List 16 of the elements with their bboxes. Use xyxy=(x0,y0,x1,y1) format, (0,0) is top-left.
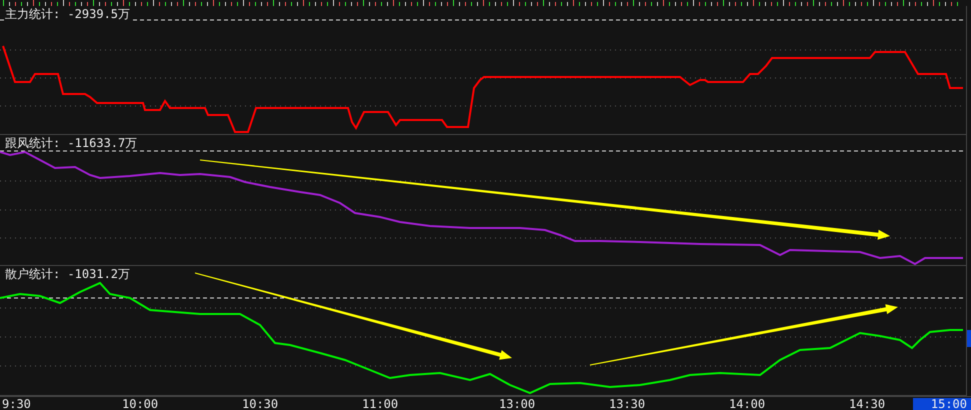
value-marker xyxy=(967,330,971,347)
panel-title: 主力统计: -2939.5万 xyxy=(5,7,130,21)
time-label: 10:30 xyxy=(241,398,280,410)
time-label: 13:30 xyxy=(608,398,646,410)
time-label: 10:00 xyxy=(121,398,160,410)
time-label: 14:00 xyxy=(728,398,766,410)
arrow-icon xyxy=(590,304,898,366)
panel-title: 跟风统计: -11633.7万 xyxy=(5,136,138,150)
time-label: 15:00 xyxy=(912,398,971,410)
arrow-icon xyxy=(194,272,512,360)
arrow-icon xyxy=(200,160,890,240)
time-label: 11:00 xyxy=(361,398,400,410)
time-label: 9:30 xyxy=(1,398,32,410)
time-label: 14:30 xyxy=(848,398,886,410)
time-label: 13:00 xyxy=(498,398,536,410)
panel-title: 散户统计: -1031.2万 xyxy=(5,267,130,281)
